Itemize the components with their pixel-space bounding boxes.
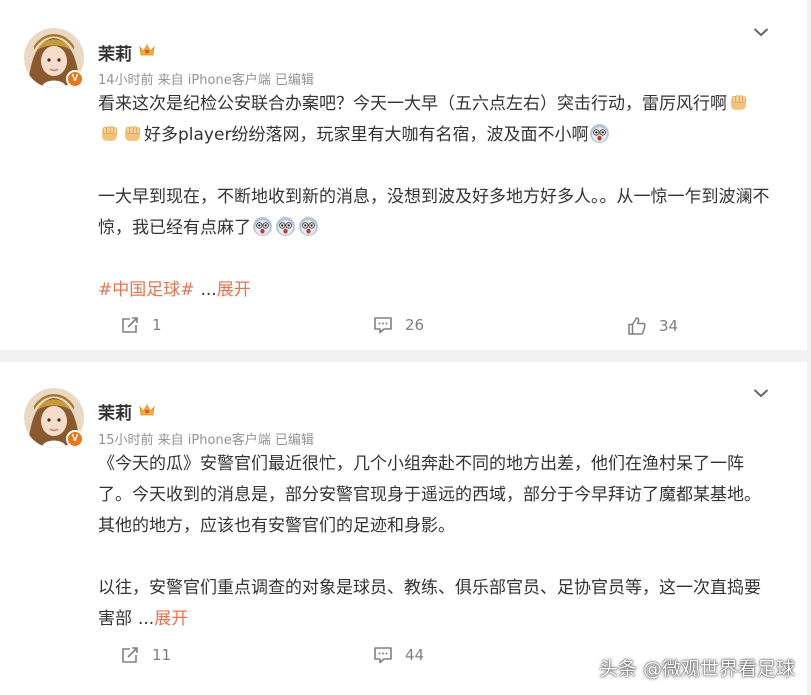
share-icon <box>120 645 140 665</box>
shock-emoji <box>275 216 296 237</box>
post-paragraph: 《今天的瓜》安警官们最近很忙，几个小组奔赴不同的地方出差，他们在渔村呆了一阵了。… <box>98 454 761 536</box>
author-name[interactable]: 茉莉 <box>98 399 132 424</box>
chevron-down-icon[interactable] <box>753 388 769 398</box>
shock-emoji <box>298 216 319 237</box>
post-meta: 14小时前 来自 iPhone客户端 已编辑 <box>98 73 314 88</box>
comment-button[interactable]: 26 <box>373 315 424 335</box>
watermark: 头条 @微观世界看足球 <box>598 658 795 680</box>
ellipsis: ... <box>138 609 155 629</box>
like-button[interactable]: 34 <box>627 316 678 336</box>
weibo-post-card: V 茉莉 14小时前 来自 iPhone客户端 已编辑 看来这次是纪检公安联合办… <box>0 0 807 350</box>
ellipsis: ... <box>200 280 217 300</box>
share-count: 1 <box>152 316 162 334</box>
comment-icon <box>373 315 393 335</box>
share-button[interactable]: 11 <box>120 645 171 665</box>
post-text-line: 一大早到现在，不断地收到新的消息，没想到波及好多地方好多人。。从一惊一乍到波澜不… <box>98 187 770 238</box>
post-text: 《今天的瓜》安警官们最近很忙，几个小组奔赴不同的地方出差，他们在渔村呆了一阵了。… <box>98 449 770 635</box>
post-text: 看来这次是纪检公安联合办案吧？今天一大早（五六点左右）突击行动，雷厉风行啊好多p… <box>98 89 770 306</box>
comment-button[interactable]: 44 <box>373 645 424 665</box>
crown-icon <box>138 402 156 418</box>
shock-emoji <box>589 123 610 144</box>
fist-emoji <box>99 123 120 144</box>
crown-icon <box>138 42 156 58</box>
post-paragraph: #中国足球# ...展开 <box>98 275 770 306</box>
post-paragraph: 看来这次是纪检公安联合办案吧？今天一大早（五六点左右）突击行动，雷厉风行啊好多p… <box>98 89 770 151</box>
verified-badge-icon: V <box>66 430 84 448</box>
expand-link[interactable]: 展开 <box>154 609 188 629</box>
post-text-line: 看来这次是纪检公安联合办案吧？今天一大早（五六点左右）突击行动，雷厉风行啊 <box>98 94 727 114</box>
chevron-down-icon[interactable] <box>753 27 769 37</box>
like-icon <box>627 316 647 336</box>
post-paragraph: 一大早到现在，不断地收到新的消息，没想到波及好多地方好多人。。从一惊一乍到波澜不… <box>98 182 770 244</box>
comment-count: 44 <box>405 646 425 664</box>
like-count: 34 <box>659 317 679 335</box>
post-paragraph: 以往，安警官们重点调查的对象是球员、教练、俱乐部官员、足协官员等，这一次直捣要害… <box>98 573 770 635</box>
comment-count: 26 <box>405 316 425 334</box>
share-icon <box>120 315 140 335</box>
shock-emoji <box>252 216 273 237</box>
comment-icon <box>373 645 393 665</box>
topic-link[interactable]: #中国足球# <box>98 280 195 300</box>
fist-emoji <box>728 92 749 113</box>
fist-emoji <box>122 123 143 144</box>
verified-badge-icon: V <box>66 70 84 88</box>
expand-link[interactable]: 展开 <box>217 280 251 300</box>
post-text-line: 好多player纷纷落网，玩家里有大咖有名宿，波及面不小啊 <box>144 125 589 145</box>
weibo-post-card: V 茉莉 15小时前 来自 iPhone客户端 已编辑 《今天的瓜》安警官们最近… <box>0 362 807 695</box>
post-meta: 15小时前 来自 iPhone客户端 已编辑 <box>98 433 314 448</box>
share-count: 11 <box>152 646 172 664</box>
share-button[interactable]: 1 <box>120 315 162 335</box>
post-text-line: 以往，安警官们重点调查的对象是球员、教练、俱乐部官员、足协官员等，这一次直捣要害… <box>98 578 761 629</box>
author-name[interactable]: 茉莉 <box>98 40 132 65</box>
